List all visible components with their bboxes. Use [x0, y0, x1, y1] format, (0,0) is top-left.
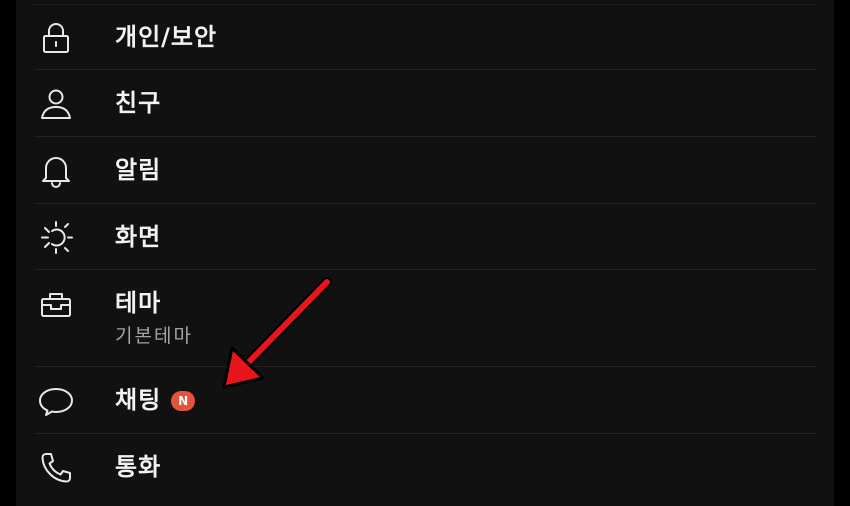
settings-item-calls[interactable]: 통화	[16, 434, 834, 506]
theme-bag-icon	[38, 286, 74, 322]
settings-item-label: 테마	[115, 289, 162, 317]
settings-item-label-text: 채팅	[115, 386, 162, 414]
display-brightness-icon	[38, 219, 74, 255]
settings-item-display[interactable]: 화면	[16, 204, 834, 270]
settings-item-label: 친구	[115, 89, 162, 117]
speech-bubble-icon	[38, 384, 74, 420]
settings-item-friends[interactable]: 친구	[16, 70, 834, 137]
bell-icon	[38, 152, 74, 188]
settings-item-theme[interactable]: 테마 기본테마	[16, 270, 834, 367]
settings-item-label: 알림	[115, 156, 162, 184]
settings-item-sublabel: 기본테마	[115, 325, 193, 347]
settings-item-label: 채팅 N	[115, 385, 196, 415]
settings-item-label: 개인/보안	[115, 23, 218, 51]
lock-icon	[38, 21, 74, 57]
person-icon	[38, 86, 74, 122]
settings-item-notifications[interactable]: 알림	[16, 137, 834, 204]
settings-item-privacy[interactable]: 개인/보안	[16, 4, 834, 70]
settings-item-chat[interactable]: 채팅 N	[16, 367, 834, 434]
new-badge: N	[171, 391, 196, 411]
settings-item-label: 통화	[115, 453, 162, 481]
settings-panel: 개인/보안 친구 알림 화면 테마 기본테마 채팅 N 통화	[16, 0, 834, 506]
settings-item-label: 화면	[115, 223, 162, 251]
phone-icon	[38, 450, 74, 486]
